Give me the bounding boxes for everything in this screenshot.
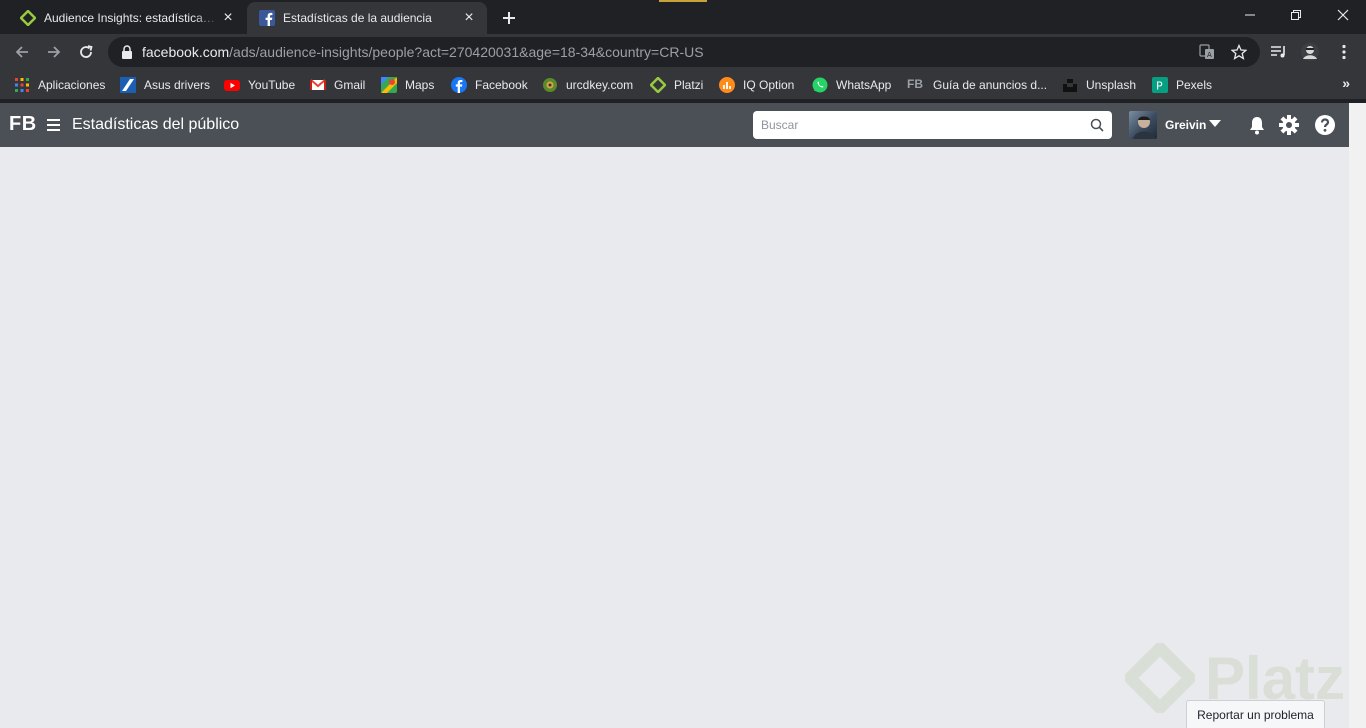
svg-text:A: A <box>1207 51 1212 59</box>
hamburger-menu-icon[interactable] <box>47 119 61 133</box>
bookmark-pexels[interactable]: P Pexels <box>1152 75 1212 95</box>
platzi-icon <box>20 10 36 26</box>
bookmark-maps[interactable]: Maps <box>381 75 434 95</box>
arrow-right-icon <box>48 46 61 58</box>
forward-button[interactable] <box>40 38 68 66</box>
url-text: facebook.com/ads/audience-insights/peopl… <box>142 44 704 60</box>
bookmark-label: IQ Option <box>743 78 795 92</box>
platzi-icon <box>650 77 666 93</box>
youtube-icon <box>224 80 240 91</box>
bookmark-label: YouTube <box>248 78 296 92</box>
media-control-icon[interactable] <box>1268 41 1290 63</box>
apps-grid-icon <box>15 78 29 92</box>
bookmark-label: WhatsApp <box>836 78 892 92</box>
url-path: /ads/audience-insights/people?act=270420… <box>229 44 704 60</box>
tab-estadisticas[interactable]: Estadísticas de la audiencia × <box>247 2 487 34</box>
plus-icon <box>503 12 515 24</box>
gmail-icon <box>310 79 326 90</box>
bookmark-iqoption[interactable]: IQ Option <box>719 75 794 95</box>
tab-title: Audience Insights: estadísticas de la au… <box>44 11 220 25</box>
avatar[interactable] <box>1129 111 1157 139</box>
tab-title: Estadísticas de la audiencia <box>283 11 432 25</box>
url-domain: facebook.com <box>142 44 230 60</box>
profile-avatar-icon[interactable] <box>1299 41 1321 63</box>
bookmark-label: Gmail <box>334 78 366 92</box>
bookmark-urcdkey[interactable]: urcdkey.com <box>542 75 633 95</box>
page-title: Estadísticas del público <box>72 116 240 133</box>
close-tab-icon[interactable]: × <box>461 10 477 26</box>
bookmark-unsplash[interactable]: Unsplash <box>1062 75 1136 95</box>
fb-logo[interactable]: FB <box>9 113 37 136</box>
bookmarks-overflow-button[interactable]: » <box>1342 75 1350 95</box>
minimize-button[interactable] <box>1227 0 1273 30</box>
report-problem-button[interactable]: Reportar un problema <box>1186 700 1325 728</box>
platzi-icon <box>1125 643 1195 713</box>
notifications-bell-icon[interactable] <box>1246 114 1268 136</box>
asus-icon <box>120 77 136 93</box>
browser-toolbar: facebook.com/ads/audience-insights/peopl… <box>0 34 1366 70</box>
bookmark-label: Facebook <box>475 78 528 92</box>
close-icon <box>1337 9 1349 21</box>
help-icon[interactable] <box>1314 114 1336 136</box>
user-name[interactable]: Greivin <box>1165 118 1206 132</box>
new-tab-button[interactable] <box>497 7 521 29</box>
tab-strip: Audience Insights: estadísticas de la au… <box>0 0 1366 34</box>
menu-kebab-icon[interactable] <box>1333 41 1355 63</box>
whatsapp-icon <box>812 77 828 93</box>
arrow-left-icon <box>15 46 28 58</box>
maps-icon <box>381 77 397 93</box>
lock-icon <box>122 45 132 59</box>
iqoption-icon <box>719 77 735 93</box>
svg-text:P: P <box>1156 80 1163 93</box>
media-indicator <box>659 0 707 2</box>
page-content: FB Estadísticas del público Greivin Plat… <box>0 103 1362 728</box>
caret-down-icon[interactable] <box>1209 120 1221 128</box>
facebook-icon <box>259 10 275 26</box>
back-button[interactable] <box>8 38 36 66</box>
pexels-icon: P <box>1152 77 1168 93</box>
restore-button[interactable] <box>1273 0 1319 30</box>
bookmark-facebook[interactable]: Facebook <box>451 75 528 95</box>
search-input[interactable] <box>761 118 1090 132</box>
bookmark-aplicaciones[interactable]: Aplicaciones <box>14 75 105 95</box>
settings-gear-icon[interactable] <box>1278 114 1300 136</box>
bookmark-gmail[interactable]: Gmail <box>310 75 365 95</box>
scrollbar[interactable] <box>1349 103 1366 728</box>
reload-icon <box>80 45 93 58</box>
bookmark-star-icon[interactable] <box>1230 43 1248 61</box>
bookmark-youtube[interactable]: YouTube <box>224 75 295 95</box>
address-bar[interactable]: facebook.com/ads/audience-insights/peopl… <box>108 37 1260 67</box>
bookmarks-bar: Aplicaciones Asus drivers YouTube Gmail … <box>0 70 1366 100</box>
bookmark-whatsapp[interactable]: WhatsApp <box>812 75 891 95</box>
bookmark-label: Maps <box>405 78 435 92</box>
bookmark-label: Guía de anuncios d... <box>933 78 1048 92</box>
fb-text-icon: FB <box>907 77 923 91</box>
search-icon[interactable] <box>1090 118 1104 132</box>
bookmark-label: Aplicaciones <box>38 78 106 92</box>
bookmark-label: Asus drivers <box>144 78 211 92</box>
bookmark-platzi[interactable]: Platzi <box>650 75 703 95</box>
urcdkey-icon <box>543 78 557 92</box>
bookmark-label: urcdkey.com <box>566 78 634 92</box>
unsplash-icon <box>1063 79 1077 92</box>
restore-icon <box>1291 10 1301 20</box>
tab-audience-insights[interactable]: Audience Insights: estadísticas de la au… <box>8 2 246 34</box>
bookmark-label: Unsplash <box>1086 78 1137 92</box>
bookmark-guia-anuncios[interactable]: FB Guía de anuncios d... <box>907 75 1047 95</box>
translate-icon[interactable]: A <box>1198 43 1216 61</box>
search-box <box>753 111 1112 139</box>
close-window-button[interactable] <box>1320 0 1366 30</box>
bookmark-label: Pexels <box>1176 78 1213 92</box>
bookmark-label: Platzi <box>674 78 704 92</box>
minimize-icon <box>1245 14 1255 16</box>
bookmark-asus[interactable]: Asus drivers <box>120 75 210 95</box>
fb-header: FB Estadísticas del público Greivin <box>0 103 1349 147</box>
close-tab-icon[interactable]: × <box>220 10 236 26</box>
facebook-icon <box>451 77 467 93</box>
reload-button[interactable] <box>72 38 100 66</box>
